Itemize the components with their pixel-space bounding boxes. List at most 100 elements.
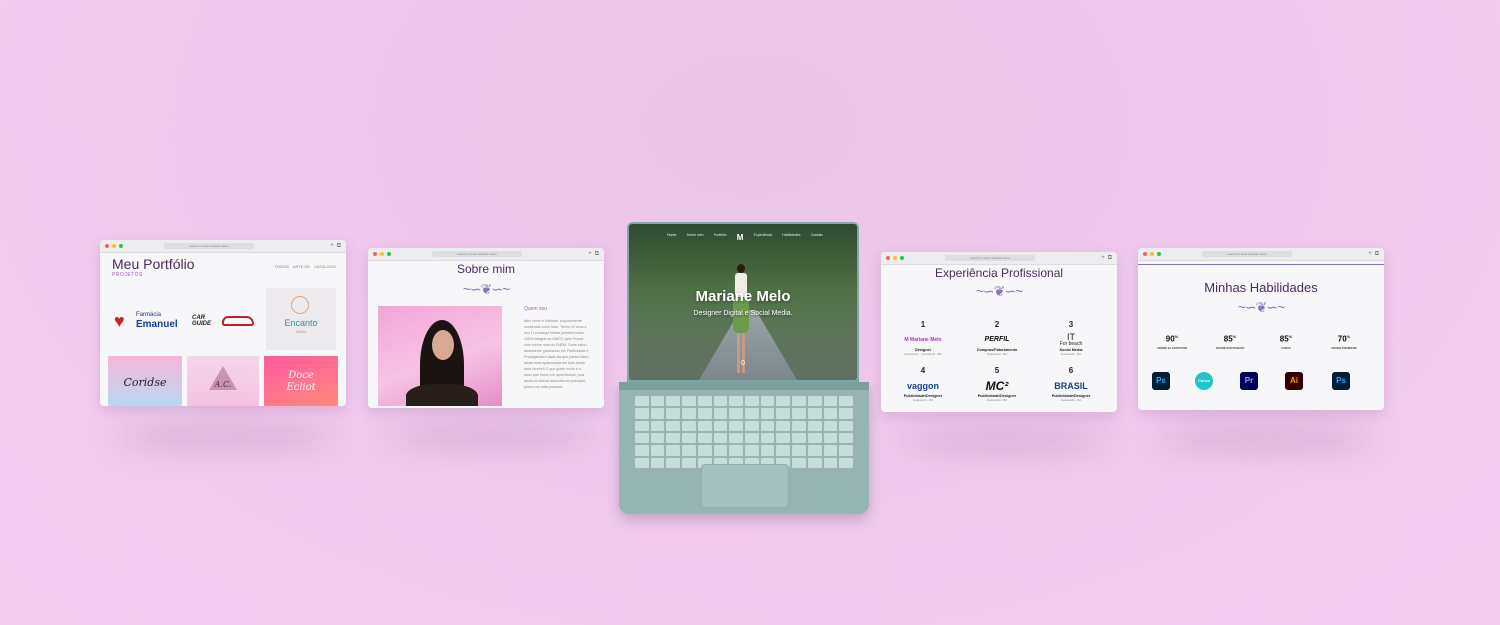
experience-item[interactable]: 1 M Mariane Melo Designer Freelancer · G…	[888, 320, 958, 356]
nav-portfolio[interactable]: Portfólio	[714, 233, 727, 242]
tabs-icon[interactable]: ⧉	[1108, 255, 1112, 262]
new-tab-icon[interactable]: +	[1101, 255, 1105, 261]
experience-item[interactable]: 3 IT For beach Social Media Guanambi - B…	[1036, 320, 1106, 356]
flourish-ornament-icon: ~∽❦∽~	[462, 281, 511, 297]
touchpad[interactable]	[701, 464, 789, 508]
hero-role: Designer Digital e Social Media.	[693, 310, 793, 317]
skill-percent: 85%	[1223, 334, 1237, 344]
minimize-dot-icon[interactable]	[1150, 252, 1154, 256]
maximize-dot-icon[interactable]	[119, 244, 123, 248]
heart-icon: ♥	[114, 311, 125, 331]
nav-contact[interactable]: Contato	[811, 233, 823, 242]
page-title: Meu Portfólio	[112, 256, 195, 272]
experience-item[interactable]: 6 BRASIL Publicidade/Designer Guanambi -…	[1036, 366, 1106, 402]
farmacia-logo[interactable]: ♥ Farmácia Emanuel	[114, 308, 184, 336]
close-dot-icon[interactable]	[373, 252, 377, 256]
experience-item[interactable]: 5 MC² Publicidade/Designer Guanambi - BA	[962, 366, 1032, 402]
car-guide-logo[interactable]: CAR GUIDE	[192, 310, 256, 334]
about-window: search or enter website name + ⧉ Sobre m…	[368, 248, 604, 408]
laptop-screen: Home Sobre mim Portfólio M Experiência H…	[627, 222, 859, 382]
canva-icon[interactable]: Canva	[1195, 372, 1213, 390]
skill-name: ADOBE PHOTOSHOP	[1215, 346, 1245, 350]
face-silhouette	[432, 330, 454, 360]
about-text: Meu nome é Mariane, popularmente conheci…	[524, 319, 589, 389]
portfolio-window: search or enter website name + ⧉ Meu Por…	[100, 240, 346, 406]
address-bar[interactable]: search or enter website name	[432, 251, 522, 257]
skill-name: CANVA	[1281, 346, 1291, 350]
skills-shadow	[1155, 422, 1375, 452]
photoshop-icon[interactable]: Ps	[1152, 372, 1170, 390]
nav-skills[interactable]: Habilidades	[782, 233, 800, 242]
browser-chrome: search or enter website name + ⧉	[100, 240, 346, 253]
new-tab-icon[interactable]: +	[1368, 251, 1372, 257]
nav-about[interactable]: Sobre mim	[687, 233, 704, 242]
scroll-indicator[interactable]: 0	[629, 360, 857, 367]
new-tab-icon[interactable]: +	[330, 243, 334, 249]
close-dot-icon[interactable]	[886, 256, 890, 260]
keyboard	[635, 396, 853, 468]
browser-chrome: search or enter website name + ⧉	[1138, 248, 1384, 261]
address-bar[interactable]: search or enter website name	[164, 243, 254, 249]
skill-name: ADOBE PREMIERE	[1331, 346, 1357, 350]
car-icon	[222, 316, 254, 326]
minimize-dot-icon[interactable]	[380, 252, 384, 256]
encanto-circle-icon	[291, 296, 309, 314]
minimize-dot-icon[interactable]	[112, 244, 116, 248]
top-accent-line	[1138, 264, 1384, 265]
about-label: Quem sou	[524, 306, 548, 312]
maximize-dot-icon[interactable]	[1157, 252, 1161, 256]
nav-experience[interactable]: Experiência	[754, 233, 772, 242]
experience-window: search or enter website name + ⧉ Experiê…	[881, 252, 1117, 412]
portfolio-tile-2[interactable]: A.C.	[187, 356, 259, 406]
photoshop-express-icon[interactable]: Ps	[1332, 372, 1350, 390]
browser-chrome: search or enter website name + ⧉	[881, 252, 1117, 265]
minimize-dot-icon[interactable]	[893, 256, 897, 260]
hero-name: Mariane Melo	[695, 288, 791, 305]
hero-nav: Home Sobre mim Portfólio M Experiência H…	[667, 233, 823, 242]
filter-art[interactable]: ARTE DE	[293, 264, 310, 269]
encanto-tile[interactable]: Encanto Moda	[266, 288, 336, 350]
page-subtitle: PROJETOS	[112, 272, 143, 278]
illustrator-icon[interactable]: Ai	[1285, 372, 1303, 390]
close-dot-icon[interactable]	[105, 244, 109, 248]
portfolio-shadow	[115, 420, 335, 450]
skill-name: ADOBE ILLUSTRATOR	[1156, 346, 1188, 350]
portfolio-filter-nav: TODOS ARTE DE CATÁLOGO	[275, 264, 336, 269]
maximize-dot-icon[interactable]	[387, 252, 391, 256]
nav-home[interactable]: Home	[667, 233, 676, 242]
portfolio-tile-1[interactable]: Coridse	[108, 356, 182, 406]
tabs-icon[interactable]: ⧉	[595, 251, 599, 258]
filter-catalog[interactable]: CATÁLOGO	[314, 264, 336, 269]
laptop-hinge	[619, 382, 869, 390]
shoulder-silhouette	[406, 384, 478, 406]
woman-figure	[733, 264, 749, 374]
new-tab-icon[interactable]: +	[588, 251, 592, 257]
page-title: Sobre mim	[456, 262, 515, 276]
page-title: Experiência Profissional	[934, 266, 1064, 280]
browser-chrome: search or enter website name + ⧉	[368, 248, 604, 261]
portfolio-tile-3[interactable]: Doce Ecliot	[264, 356, 338, 406]
page-title: Minhas Habilidades	[1204, 280, 1318, 295]
skill-percent: 85%	[1279, 334, 1293, 344]
flourish-ornament-icon: ~∽❦∽~	[975, 283, 1024, 299]
about-shadow	[385, 420, 595, 448]
skills-window: search or enter website name + ⧉ Minhas …	[1138, 248, 1384, 410]
laptop-base	[619, 382, 869, 514]
hero-section: Home Sobre mim Portfólio M Experiência H…	[629, 224, 857, 380]
tabs-icon[interactable]: ⧉	[337, 243, 341, 250]
skill-percent: 90%	[1165, 334, 1179, 344]
experience-item[interactable]: 2 PERFIL Compras/Faturamento Guanambi - …	[962, 320, 1032, 356]
logo-m-icon[interactable]: M	[737, 233, 744, 242]
tabs-icon[interactable]: ⧉	[1375, 251, 1379, 258]
close-dot-icon[interactable]	[1143, 252, 1147, 256]
address-bar[interactable]: search or enter website name	[945, 255, 1035, 261]
premiere-icon[interactable]: Pr	[1240, 372, 1258, 390]
address-bar[interactable]: search or enter website name	[1202, 251, 1292, 257]
experience-shadow	[900, 425, 1110, 453]
skill-percent: 70%	[1337, 334, 1351, 344]
maximize-dot-icon[interactable]	[900, 256, 904, 260]
profile-photo	[378, 306, 502, 406]
experience-item[interactable]: 4 vaggon Publicidade/Designer Guanambi -…	[888, 366, 958, 402]
flourish-ornament-icon: ~∽❦∽~	[1237, 299, 1286, 315]
filter-all[interactable]: TODOS	[275, 264, 289, 269]
